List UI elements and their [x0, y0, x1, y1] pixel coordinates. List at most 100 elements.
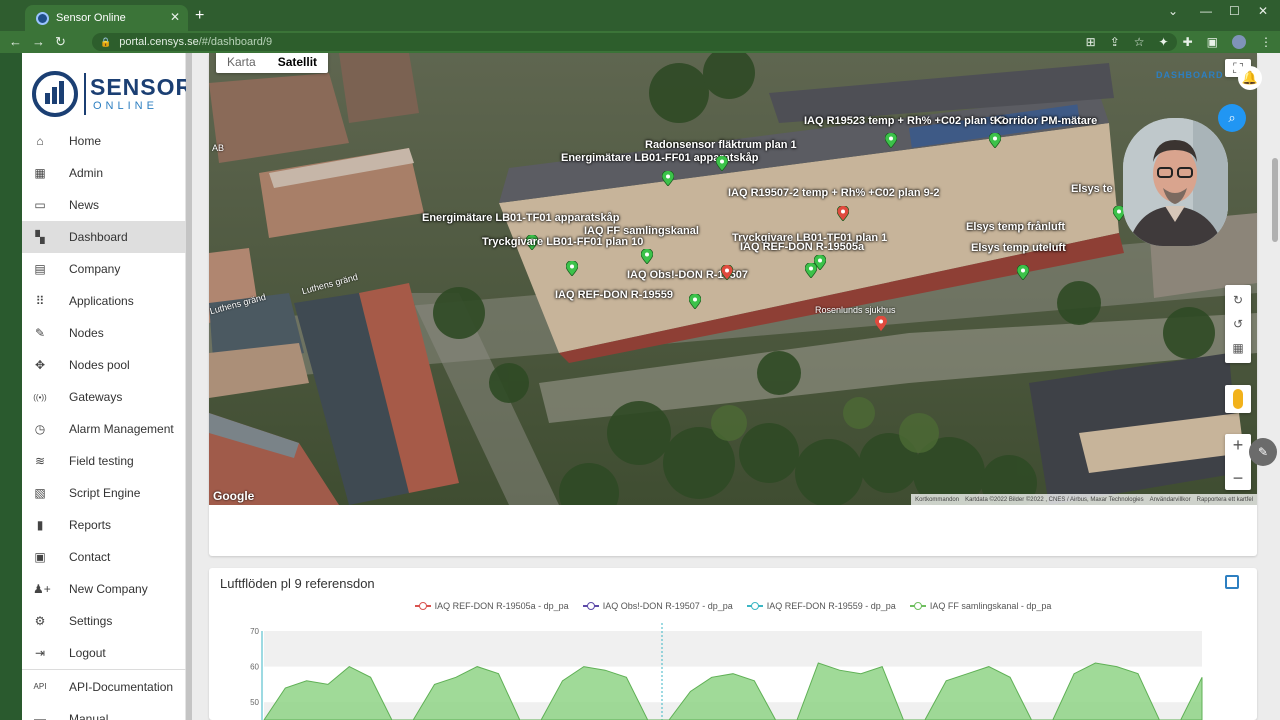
sidebar-item-field-testing[interactable]: ≋ Field testing [22, 445, 186, 477]
close-window-icon[interactable]: ✕ [1258, 4, 1268, 18]
sensor-label[interactable]: Elsys te [1071, 183, 1113, 195]
forward-icon[interactable]: → [32, 34, 45, 49]
translate-icon[interactable]: ⊞ [1086, 35, 1096, 49]
calendar-icon[interactable] [1225, 575, 1239, 589]
reports-icon: ▮ [36, 518, 44, 532]
sensor-label[interactable]: Elsys temp frånluft [966, 221, 1065, 233]
minimize-icon[interactable]: — [1200, 4, 1212, 18]
sidebar-item-label: API-Documentation [69, 679, 174, 694]
map-marker-icon[interactable] [566, 261, 578, 276]
sensor-label[interactable]: IAQ R19523 temp + Rh% +C02 plan 9-2 [804, 115, 1006, 127]
pegman-button[interactable] [1225, 385, 1251, 413]
map-marker-icon[interactable] [641, 249, 653, 264]
sensor-label[interactable]: Elsys temp uteluft [971, 242, 1066, 254]
map-report-link[interactable]: Rapportera ett kartfel [1197, 497, 1253, 503]
sidebar-item-manual[interactable]: ▬ Manual [22, 703, 186, 720]
sidebar-item-settings[interactable]: ⚙ Settings [22, 605, 186, 637]
tab-search-icon[interactable]: ⌄ [1168, 4, 1178, 18]
map-marker-icon[interactable] [875, 316, 887, 331]
logo-mark-icon [32, 71, 78, 117]
dashboard-link[interactable]: DASHBOARD [1156, 70, 1224, 80]
sidebar-item-alarm-management[interactable]: ◷ Alarm Management [22, 413, 186, 445]
sidebar-item-contact[interactable]: ▣ Contact [22, 541, 186, 573]
legend-label: IAQ Obs!-DON R-19507 - dp_pa [602, 601, 733, 611]
map-marker-icon[interactable] [885, 133, 897, 148]
url-path: /#/dashboard/9 [198, 36, 273, 48]
sensor-label[interactable]: Energimätare LB01-TF01 apparatskåp [422, 212, 619, 224]
sidebar-item-reports[interactable]: ▮ Reports [22, 509, 186, 541]
sidebar-item-news[interactable]: ▭ News [22, 189, 186, 221]
puzzle-icon[interactable]: ✚ [1183, 35, 1193, 49]
sidebar-item-label: Admin [69, 166, 104, 180]
presenter-video [1123, 118, 1228, 246]
browser-tab[interactable]: Sensor Online ✕ [25, 5, 188, 31]
sensor-label[interactable]: Radonsensor fläktrum plan 1 [645, 139, 797, 151]
sidebar-item-script-engine[interactable]: ▧ Script Engine [22, 477, 186, 509]
map-marker-icon[interactable] [989, 133, 1001, 148]
legend-item[interactable]: IAQ REF-DON R-19505a - dp_pa [414, 601, 569, 611]
favicon-icon [36, 11, 49, 25]
reload-icon[interactable]: ↻ [55, 34, 66, 50]
legend-item[interactable]: IAQ Obs!-DON R-19507 - dp_pa [582, 601, 733, 611]
sidebar-item-nodes[interactable]: ✎ Nodes [22, 317, 186, 349]
maximize-icon[interactable]: ☐ [1229, 4, 1240, 18]
sensor-label[interactable]: IAQ R19507-2 temp + Rh% +C02 plan 9-2 [728, 187, 940, 199]
sidebar-item-logout[interactable]: ⇥ Logout [22, 637, 186, 669]
map-marker-icon[interactable] [1017, 265, 1029, 280]
sidebar-item-new-company[interactable]: ♟+ New Company [22, 573, 186, 605]
back-icon[interactable]: ← [9, 34, 22, 49]
map-marker-icon[interactable] [716, 156, 728, 171]
legend-item[interactable]: IAQ FF samlingskanal - dp_pa [909, 601, 1051, 611]
zoom-out-button[interactable]: − [1233, 468, 1244, 489]
extension-icon[interactable]: ✦ [1159, 35, 1169, 49]
sidebar: SENSOR ONLINE ⌂ Home ▦ Admin ▭ News ▚ Dashboard… [22, 53, 192, 720]
close-tab-icon[interactable]: ✕ [170, 10, 180, 24]
page-scrollbar[interactable] [1272, 158, 1278, 242]
map-marker-icon[interactable] [689, 294, 701, 309]
sidebar-item-home[interactable]: ⌂ Home [22, 125, 186, 157]
sensor-label[interactable]: Tryckgivare LB01-FF01 plan 10 [482, 236, 643, 248]
map-type-map[interactable]: Karta [216, 53, 267, 73]
map-marker-icon[interactable] [837, 206, 849, 221]
sensor-label[interactable]: Korridor PM-mätare [994, 115, 1097, 127]
sidebar-item-label: Nodes pool [69, 358, 130, 372]
rotate-right-icon[interactable]: ↺ [1233, 317, 1243, 331]
sidebar-item-label: Gateways [69, 390, 123, 404]
zoom-in-button[interactable]: + [1233, 435, 1244, 456]
new-tab-button[interactable]: + [195, 7, 204, 25]
satellite-map[interactable]: Karta Satellit Luthens gränd Luthens grä… [209, 53, 1257, 505]
sidebar-item-dashboard[interactable]: ▚ Dashboard [22, 221, 186, 253]
map-shortcuts-link[interactable]: Kortkommandon [915, 497, 959, 503]
sidebar-item-company[interactable]: ▤ Company [22, 253, 186, 285]
bookmark-star-icon[interactable]: ☆ [1134, 35, 1145, 49]
sensor-label[interactable]: IAQ REF-DON R-19505a [740, 241, 864, 253]
map-terms-link[interactable]: Användarvillkor [1150, 497, 1191, 503]
map-type-satellite[interactable]: Satellit [267, 53, 328, 73]
sidebar-item-admin[interactable]: ▦ Admin [22, 157, 186, 189]
map-marker-icon[interactable] [662, 171, 674, 186]
browser-menu-icon[interactable]: ⋮ [1260, 35, 1272, 49]
map-marker-icon[interactable] [805, 263, 817, 278]
sensor-label[interactable]: Energimätare LB01-FF01 apparatskåp [561, 152, 758, 164]
notifications-bell-icon[interactable]: 🔔 [1238, 66, 1262, 90]
legend-item[interactable]: IAQ REF-DON R-19559 - dp_pa [746, 601, 896, 611]
sidebar-item-api-documentation[interactable]: API API-Documentation [22, 670, 186, 703]
address-bar[interactable]: 🔒 portal.censys.se/#/dashboard/9 [92, 33, 1177, 51]
sidebar-item-label: Settings [69, 614, 113, 628]
sidebar-item-applications[interactable]: ⠿ Applications [22, 285, 186, 317]
sensor-online-logo[interactable]: SENSOR ONLINE [32, 69, 192, 121]
profile-avatar[interactable] [1232, 35, 1246, 49]
rotate-controls[interactable]: ↻ ↺ ▦ [1225, 285, 1251, 363]
sidebar-item-nodes-pool[interactable]: ✥ Nodes pool [22, 349, 186, 381]
map-marker-icon[interactable] [721, 265, 733, 280]
floating-tool-button[interactable]: ✎ [1249, 438, 1277, 466]
rotate-left-icon[interactable]: ↻ [1233, 293, 1243, 307]
sidebar-item-gateways[interactable]: ((•)) Gateways [22, 381, 186, 413]
tilt-icon[interactable]: ▦ [1232, 341, 1243, 355]
pegman-icon [1233, 389, 1243, 409]
sensor-label[interactable]: IAQ REF-DON R-19559 [555, 289, 673, 301]
share-icon[interactable]: ⇪ [1110, 35, 1120, 49]
sidepanel-icon[interactable]: ▣ [1207, 35, 1218, 49]
sidebar-scrollbar[interactable] [186, 53, 192, 720]
search-button[interactable]: ⌕ [1218, 104, 1246, 132]
